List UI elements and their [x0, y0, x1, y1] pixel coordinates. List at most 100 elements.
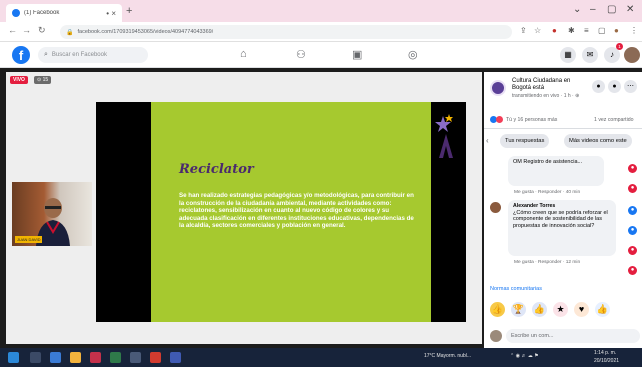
pill-your-responses[interactable]: Tus respuestas [500, 134, 550, 148]
account-avatar[interactable] [624, 47, 640, 63]
star-logo-icon [435, 114, 453, 158]
messenger-icon[interactable]: ✉ [582, 47, 598, 63]
groups-icon[interactable]: ◎ [408, 48, 418, 61]
webcam-overlay: JUAN DAVID [12, 182, 92, 246]
reactions-text: Tú y 16 personas más [506, 116, 558, 123]
menu-grid-icon[interactable]: ▦ [560, 47, 576, 63]
heart-sticker-icon[interactable]: ♥ [574, 301, 589, 317]
url-field[interactable]: 🔒 facebook.com/1709319453065/videos/4094… [60, 25, 512, 39]
comment-text: OM Registro de asistencia... [513, 159, 583, 165]
slide-body-text: Se han realizado estrategias pedagógicas… [179, 192, 414, 230]
comment-input[interactable]: Escribe un com... [506, 329, 640, 343]
close-window-button[interactable]: ✕ [626, 4, 634, 15]
post-subtitle: transmitiendo en vivo · 1 h · ⊕ [512, 93, 580, 99]
slide-title: Reciclator [179, 162, 254, 177]
clock-time[interactable]: 1:14 p. m. [594, 350, 616, 356]
comment-reaction-icon[interactable]: ● [628, 184, 637, 193]
comment-bubble: Alexander Torres ¿Cómo creen que se podr… [508, 200, 616, 256]
reload-icon[interactable]: ↻ [38, 25, 46, 36]
video-side-panel: Cultura Ciudadana en Bogotá está transmi… [484, 72, 642, 348]
comment-author[interactable]: Alexander Torres [513, 203, 611, 210]
viewer-count: ⊙ 15 [34, 76, 52, 84]
page-avatar[interactable] [490, 80, 506, 96]
comment-text: ¿Cómo creen que se podría reforzar el co… [513, 209, 608, 229]
tab-title: (1) Facebook [24, 10, 60, 16]
bravo-sticker-icon[interactable]: ★ [553, 301, 568, 317]
comment-reaction-icon[interactable]: ● [628, 226, 637, 235]
reactions-summary[interactable]: Tú y 16 personas más [490, 116, 557, 123]
window-icon[interactable]: ▢ [598, 26, 606, 35]
settings-icon[interactable] [130, 352, 141, 363]
divider [484, 128, 642, 129]
system-tray-icons[interactable]: ⌃ ◉ ♬ ☁ ⚑ [510, 353, 539, 359]
address-bar: ← → ↻ 🔒 facebook.com/1709319453065/video… [0, 22, 642, 42]
file-explorer-icon[interactable] [70, 352, 81, 363]
thumbs-up-emoji-icon[interactable]: 👍 [490, 301, 505, 317]
pill-more-videos[interactable]: Más videos como este [564, 134, 632, 148]
page-name[interactable]: Cultura Ciudadana en Bogotá está [512, 78, 572, 92]
friends-icon[interactable]: ⚇ [296, 48, 306, 61]
weather-status[interactable]: 17°C Mayorm. nubl... [424, 353, 471, 359]
word-icon[interactable] [170, 352, 181, 363]
edge-icon[interactable] [50, 352, 61, 363]
search-icon[interactable] [30, 352, 41, 363]
share-icon[interactable]: ⇪ [520, 26, 527, 35]
search-placeholder: Buscar en Facebook [51, 52, 107, 58]
start-icon[interactable] [8, 352, 19, 363]
home-icon[interactable]: ⌂ [240, 48, 247, 60]
presentation-slide: Reciclator Se han realizado estrategias … [96, 102, 466, 322]
powerpoint-icon[interactable] [90, 352, 101, 363]
comment-reaction-icon[interactable]: ● [628, 164, 637, 173]
menu-icon[interactable]: ⋮ [630, 26, 638, 35]
comment-meta[interactable]: Me gusta · Responder · 40 min [514, 190, 580, 195]
comment-meta[interactable]: Me gusta · Responder · 12 min [514, 260, 580, 265]
url-text: facebook.com/1709319453065/videos/409477… [77, 29, 214, 35]
chrome-icon[interactable] [150, 352, 161, 363]
excel-icon[interactable] [110, 352, 121, 363]
video-player[interactable]: VIVO ⊙ 15 Reciclator Se han realizado es… [6, 72, 482, 344]
minimize-button[interactable]: – [590, 4, 596, 15]
facebook-favicon-icon [12, 9, 20, 17]
comment-reaction-icon[interactable]: ● [628, 246, 637, 255]
extensions-icon[interactable]: ✱ [568, 26, 575, 35]
back-icon[interactable]: ← [8, 25, 17, 35]
community-standards-link[interactable]: Normas comunitarias [490, 286, 542, 292]
comment-reaction-icon[interactable]: ● [628, 266, 637, 275]
follow-icon[interactable]: ● [592, 80, 605, 93]
comment-reaction-icon[interactable]: ● [628, 206, 637, 215]
trophy-emoji-icon[interactable]: 🏆 [511, 301, 526, 317]
playlist-icon[interactable]: ≡ [584, 26, 589, 35]
filter-pills: ‹ Tus respuestas Más videos como este [484, 134, 642, 150]
search-icon: ⌕ [44, 51, 48, 58]
user-avatar [490, 330, 502, 342]
tab-close-button[interactable]: • × [106, 9, 116, 18]
bookmark-star-icon[interactable]: ☆ [534, 26, 541, 35]
like-emoji-icon[interactable]: 👍 [532, 301, 547, 317]
facebook-header: f ⌕ Buscar en Facebook ⌂ ⚇ ▣ ◎ ▦ ✉ ♪ 1 [0, 42, 642, 68]
forward-icon[interactable]: → [22, 25, 31, 35]
comment-bubble: OM Registro de asistencia... [508, 156, 604, 186]
notification-badge: 1 [616, 43, 623, 50]
new-tab-button[interactable]: + [126, 5, 132, 17]
quick-reactions: 👍 🏆 👍 ★ ♥ 👍 [490, 298, 640, 320]
chevron-left-icon[interactable]: ‹ [486, 136, 489, 145]
messenger-share-icon[interactable]: ● [608, 80, 621, 93]
comment-composer: Escribe un com... [490, 328, 640, 344]
clock-date[interactable]: 20/10/2021 [594, 358, 619, 364]
comments-list: OM Registro de asistencia... Me gusta · … [484, 154, 642, 284]
love-reaction-icon [496, 116, 503, 123]
watch-icon[interactable]: ▣ [352, 48, 362, 61]
commenter-avatar[interactable] [490, 202, 501, 213]
maximize-button[interactable]: ▢ [607, 4, 616, 15]
shares-count[interactable]: 1 vez compartido [594, 117, 634, 123]
browser-tab[interactable]: (1) Facebook • × [6, 4, 122, 22]
more-options-icon[interactable]: ⋯ [624, 80, 637, 93]
tab-search-icon[interactable]: ⌄ [573, 4, 581, 15]
windows-taskbar: 17°C Mayorm. nubl... ⌃ ◉ ♬ ☁ ⚑ 1:14 p. m… [0, 348, 642, 367]
slide-content-area: Reciclator Se han realizado estrategias … [151, 102, 431, 322]
facebook-logo[interactable]: f [12, 46, 30, 64]
opera-extension-icon[interactable]: ● [552, 26, 557, 35]
like-reaction-icon[interactable]: 👍 [595, 301, 610, 317]
profile-avatar[interactable]: ● [614, 26, 619, 35]
facebook-search-input[interactable]: ⌕ Buscar en Facebook [38, 47, 148, 63]
